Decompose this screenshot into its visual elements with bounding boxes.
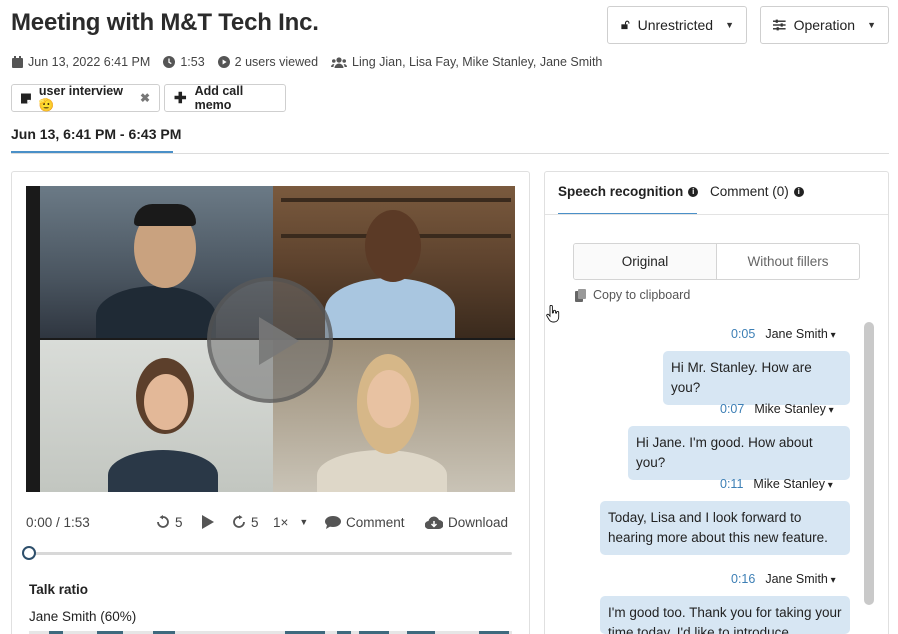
message-bubble: Hi Jane. I'm good. How about you?	[628, 426, 850, 480]
info-icon: i	[688, 186, 699, 197]
talk-ratio-person: Jane Smith (60%)	[29, 609, 137, 624]
info-icon: i	[793, 186, 804, 197]
talk-ratio-title: Talk ratio	[29, 582, 89, 597]
comment-icon	[325, 515, 341, 529]
message-timestamp[interactable]: 0:05	[731, 327, 755, 341]
meta-date: Jun 13, 2022 6:41 PM	[12, 55, 150, 69]
meta-participants: Ling Jian, Lisa Fay, Mike Stanley, Jane …	[331, 55, 602, 69]
play-icon	[202, 515, 214, 529]
message-meta: 0:05 Jane Smith	[731, 327, 836, 341]
time-range-tab[interactable]: Jun 13, 6:41 PM - 6:43 PM	[11, 126, 181, 142]
close-icon[interactable]: ✖	[140, 91, 150, 105]
visibility-label: Unrestricted	[637, 17, 714, 33]
forward-button[interactable]: 5	[232, 515, 259, 530]
note-icon	[21, 93, 31, 103]
visibility-dropdown[interactable]: Unrestricted ▼	[607, 6, 747, 44]
users-icon	[331, 56, 348, 68]
chevron-down-icon: ▼	[299, 517, 309, 527]
add-call-memo-button[interactable]: ✚ Add call memo	[164, 84, 286, 112]
play-icon	[259, 317, 299, 365]
add-memo-label: Add call memo	[194, 84, 244, 112]
rewind-icon	[157, 515, 169, 528]
message-meta: 0:16 Jane Smith	[731, 572, 836, 586]
rewind-button[interactable]: 5	[156, 515, 183, 530]
playback-time: 0:00 / 1:53	[26, 514, 90, 530]
download-button[interactable]: Download	[425, 515, 508, 530]
tab-speech-recognition[interactable]: Speech recognition i	[558, 184, 699, 199]
progress-knob[interactable]	[22, 546, 36, 560]
chevron-down-icon: ▼	[725, 20, 734, 30]
sliders-icon	[773, 19, 786, 31]
meta-duration: 1:53	[163, 55, 205, 69]
video-player[interactable]	[26, 186, 515, 492]
comment-button[interactable]: Comment	[325, 515, 405, 530]
tag-user-interview[interactable]: user interview 🫡 ✖	[11, 84, 160, 112]
progress-track[interactable]	[28, 552, 512, 555]
play-circle-icon	[217, 56, 230, 68]
message-timestamp[interactable]: 0:11	[720, 477, 743, 491]
speaker-dropdown[interactable]: Jane Smith	[765, 327, 835, 341]
message-timestamp[interactable]: 0:16	[731, 572, 755, 586]
message-meta: 0:11 Mike Stanley	[720, 477, 833, 491]
plus-icon: ✚	[174, 90, 187, 107]
message-timestamp[interactable]: 0:07	[720, 402, 744, 416]
tag-label: user interview 🫡	[38, 83, 123, 112]
divider	[545, 214, 888, 215]
operation-label: Operation	[793, 17, 856, 33]
tab-comment[interactable]: Comment (0) i	[710, 184, 804, 199]
message-meta: 0:07 Mike Stanley	[720, 402, 834, 416]
meeting-meta: Jun 13, 2022 6:41 PM 1:53 2 users viewed…	[12, 55, 611, 69]
play-overlay-button[interactable]	[207, 277, 333, 403]
operation-dropdown[interactable]: Operation ▼	[760, 6, 889, 44]
cloud-download-icon	[425, 516, 443, 529]
option-without-fillers[interactable]: Without fillers	[716, 244, 859, 279]
divider	[11, 153, 889, 154]
chevron-down-icon: ▼	[867, 20, 876, 30]
message-bubble: Today, Lisa and I look forward to hearin…	[600, 501, 850, 555]
forward-icon	[233, 515, 245, 528]
meta-views: 2 users viewed	[217, 55, 318, 69]
clock-icon	[163, 56, 176, 68]
transcript-mode-toggle: Original Without fillers	[573, 243, 860, 280]
speaker-dropdown[interactable]: Mike Stanley	[754, 402, 833, 416]
message-bubble: Hi Mr. Stanley. How are you?	[663, 351, 850, 405]
copy-to-clipboard-button[interactable]: Copy to clipboard	[575, 288, 690, 302]
player-controls: 0:00 / 1:53 5 5 1× ▼ Comment Download	[26, 512, 515, 532]
transcript-scrollbar[interactable]	[864, 322, 874, 605]
copy-icon	[575, 288, 586, 302]
option-original[interactable]: Original	[574, 244, 716, 279]
play-button[interactable]	[202, 515, 214, 529]
message-bubble: I'm good too. Thank you for taking your …	[600, 596, 850, 634]
calendar-icon	[12, 56, 23, 68]
speaker-dropdown[interactable]: Jane Smith	[765, 572, 835, 586]
lock-open-icon	[621, 20, 630, 30]
speaker-dropdown[interactable]: Mike Stanley	[753, 477, 832, 491]
speed-dropdown[interactable]: 1× ▼	[273, 515, 308, 530]
page-title: Meeting with M&T Tech Inc.	[11, 9, 319, 36]
hand-cursor-icon	[546, 305, 560, 323]
